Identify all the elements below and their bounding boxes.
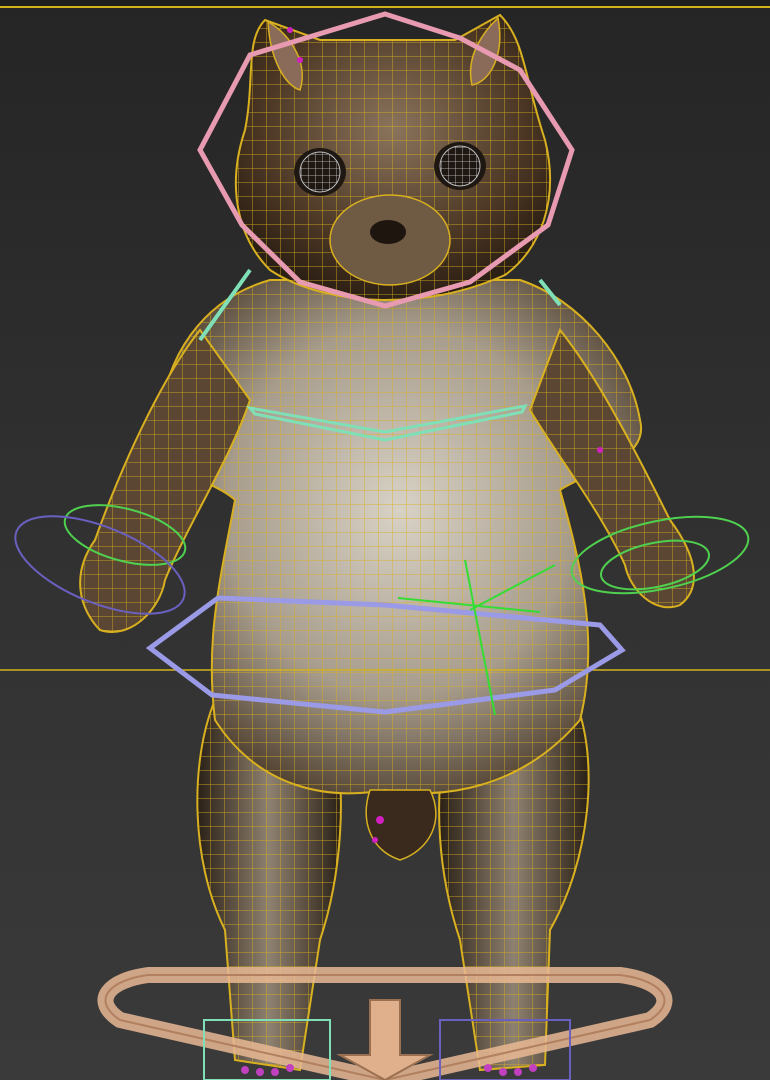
left-eye[interactable] [299, 151, 341, 193]
3d-viewport[interactable] [0, 0, 770, 1080]
nose [370, 220, 406, 244]
viewport-scene[interactable] [0, 0, 770, 1080]
right-eye[interactable] [439, 145, 481, 187]
tail-base[interactable] [365, 789, 437, 861]
